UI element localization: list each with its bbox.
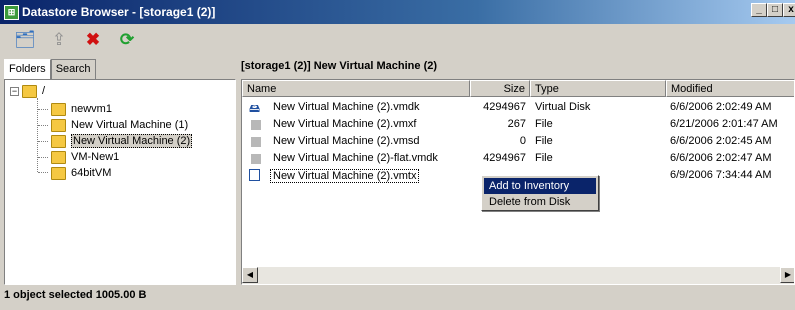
delete-icon[interactable]: ✖ <box>82 29 104 51</box>
toolbar: 🗂 ⇪ ✖ ⟳ <box>0 26 795 54</box>
datastore-browser-icon: ⊞ <box>4 4 19 20</box>
tab-search[interactable]: Search <box>50 59 96 79</box>
tree-item[interactable]: newvm1 <box>51 101 112 117</box>
column-size[interactable]: Size <box>470 80 530 97</box>
open-folder-icon <box>51 134 66 148</box>
file-type: Virtual Disk <box>535 101 591 113</box>
status-bar: 1 object selected 1005.00 B <box>4 289 147 301</box>
window-controls: _ □ x <box>751 3 795 17</box>
folder-tree[interactable]: − / newvm1 New Virtual Machine (1) New V… <box>4 79 236 285</box>
file-type: File <box>535 152 553 164</box>
title-bar: ⊞ Datastore Browser - [storage1 (2)] _ □… <box>0 0 795 24</box>
tree-item-label: New Virtual Machine (2) <box>71 134 193 148</box>
file-modified: 6/9/2006 7:34:44 AM <box>670 169 772 181</box>
context-menu: Add to Inventory Delete from Disk <box>481 175 599 211</box>
minimize-button[interactable]: _ <box>751 3 767 17</box>
file-icon <box>251 154 261 164</box>
tree-connector <box>38 157 48 158</box>
scroll-right-arrow-icon[interactable]: ▶ <box>780 267 794 283</box>
window-title: Datastore Browser - [storage1 (2)] <box>22 5 216 19</box>
menu-item-add-to-inventory[interactable]: Add to Inventory <box>484 178 596 194</box>
file-modified: 6/6/2006 2:02:49 AM <box>670 101 772 113</box>
file-size: 267 <box>507 118 526 130</box>
tree-item-label: newvm1 <box>71 103 112 115</box>
file-size: 0 <box>519 135 526 147</box>
file-type: File <box>535 135 553 147</box>
tab-folders[interactable]: Folders <box>4 59 51 79</box>
tree-item[interactable]: New Virtual Machine (1) <box>51 117 188 133</box>
browse-datastore-icon[interactable]: 🗂 <box>14 29 36 51</box>
table-row[interactable]: New Virtual Machine (2).vmxf 267 File 6/… <box>242 116 794 133</box>
folder-icon <box>22 84 37 98</box>
file-name: New Virtual Machine (2)-flat.vmdk <box>273 152 438 164</box>
tree-connector <box>38 172 48 173</box>
table-row[interactable]: New Virtual Machine (2)-flat.vmdk 429496… <box>242 150 794 167</box>
file-icon <box>251 137 261 147</box>
virtual-disk-icon: 🖴 <box>249 103 261 115</box>
column-type[interactable]: Type <box>530 80 666 97</box>
file-modified: 6/6/2006 2:02:45 AM <box>670 135 772 147</box>
maximize-button[interactable]: □ <box>767 3 783 17</box>
tree-item-label: 64bitVM <box>71 167 112 179</box>
upload-icon[interactable]: ⇪ <box>48 29 70 51</box>
file-modified: 6/6/2006 2:02:47 AM <box>670 152 772 164</box>
template-icon <box>249 169 260 181</box>
table-row[interactable]: 🖴 New Virtual Machine (2).vmdk 4294967 V… <box>242 99 794 116</box>
tree-item-selected[interactable]: New Virtual Machine (2) <box>51 133 193 149</box>
collapse-icon[interactable]: − <box>10 86 19 96</box>
file-type: File <box>535 118 553 130</box>
file-name: New Virtual Machine (2).vmsd <box>273 135 420 147</box>
tree-connector <box>38 125 48 126</box>
folder-icon <box>51 118 66 132</box>
tree-root-label: / <box>42 85 46 97</box>
file-size: 4294967 <box>483 152 526 164</box>
file-size: 4294967 <box>483 101 526 113</box>
folder-icon <box>51 150 66 164</box>
column-name[interactable]: Name <box>242 80 470 97</box>
refresh-icon[interactable]: ⟳ <box>116 29 138 51</box>
table-row[interactable]: New Virtual Machine (2).vmsd 0 File 6/6/… <box>242 133 794 150</box>
current-path: [storage1 (2)] New Virtual Machine (2) <box>241 60 438 72</box>
file-name: New Virtual Machine (2).vmxf <box>273 118 417 130</box>
folder-icon <box>51 102 66 116</box>
folder-icon <box>51 166 66 180</box>
file-modified: 6/21/2006 2:01:47 AM <box>670 118 778 130</box>
tree-root[interactable]: − / <box>10 83 45 99</box>
tree-item[interactable]: VM-New1 <box>51 149 119 165</box>
horizontal-scrollbar[interactable]: ◀ ▶ <box>242 267 794 284</box>
scroll-left-arrow-icon[interactable]: ◀ <box>242 267 258 283</box>
close-button[interactable]: x <box>783 3 795 17</box>
tree-item[interactable]: 64bitVM <box>51 165 111 181</box>
tree-connector <box>38 109 48 110</box>
file-name: New Virtual Machine (2).vmtx <box>270 169 420 183</box>
file-icon <box>251 120 261 130</box>
tree-connector <box>38 141 48 142</box>
tree-item-label: New Virtual Machine (1) <box>71 119 189 131</box>
file-name: New Virtual Machine (2).vmdk <box>273 101 420 113</box>
tree-item-label: VM-New1 <box>71 151 120 163</box>
left-tabs: Folders Search <box>4 59 96 79</box>
menu-item-delete-from-disk[interactable]: Delete from Disk <box>484 194 596 210</box>
column-modified[interactable]: Modified <box>666 80 794 97</box>
